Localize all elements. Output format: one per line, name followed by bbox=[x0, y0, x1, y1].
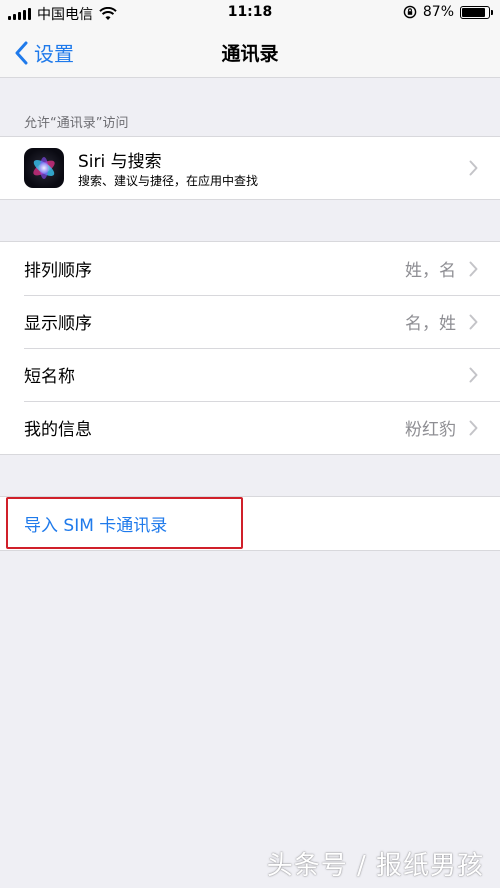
battery-percent: 87% bbox=[422, 4, 454, 20]
section-header-access: 允许“通讯录”访问 bbox=[24, 116, 129, 131]
status-bar: 中国电信 11:18 87% bbox=[0, 0, 500, 26]
my-info-value: 粉红豹 bbox=[405, 420, 456, 440]
display-order-value: 名，姓 bbox=[405, 314, 456, 334]
chevron-right-icon bbox=[469, 420, 478, 435]
siri-icon bbox=[24, 148, 64, 188]
my-info-label: 我的信息 bbox=[24, 420, 92, 440]
rotation-lock-icon bbox=[403, 5, 417, 19]
battery-icon bbox=[460, 5, 493, 19]
screen: 中国电信 11:18 87% 设置 通讯录 允许“通讯录”访问 Siri 与搜索… bbox=[0, 0, 500, 888]
my-info-row[interactable]: 我的信息 粉红豹 bbox=[0, 401, 500, 454]
status-right: 87% bbox=[403, 4, 493, 20]
sort-order-row[interactable]: 排列顺序 姓，名 bbox=[0, 242, 500, 295]
siri-title: Siri 与搜索 bbox=[78, 152, 162, 172]
short-name-label: 短名称 bbox=[24, 367, 75, 387]
chevron-right-icon bbox=[469, 314, 478, 329]
short-name-row[interactable]: 短名称 bbox=[0, 348, 500, 401]
chevron-right-icon bbox=[469, 367, 478, 382]
chevron-right-icon bbox=[469, 160, 478, 176]
watermark: 头条号 / 报纸男孩 bbox=[266, 851, 484, 881]
sort-order-label: 排列顺序 bbox=[24, 261, 92, 281]
settings-group: 排列顺序 姓，名 显示顺序 名，姓 短名称 我的信息 粉红豹 bbox=[0, 241, 500, 455]
chevron-right-icon bbox=[469, 261, 478, 276]
page-title: 通讯录 bbox=[221, 43, 279, 65]
siri-search-row[interactable]: Siri 与搜索 搜索、建议与捷径，在应用中查找 bbox=[0, 137, 500, 199]
display-order-label: 显示顺序 bbox=[24, 314, 92, 334]
sort-order-value: 姓，名 bbox=[405, 261, 456, 281]
battery-fill bbox=[462, 7, 485, 17]
navigation-bar: 设置 通讯录 bbox=[0, 26, 500, 78]
siri-subtitle: 搜索、建议与捷径，在应用中查找 bbox=[78, 174, 259, 188]
display-order-row[interactable]: 显示顺序 名，姓 bbox=[0, 295, 500, 348]
access-group: Siri 与搜索 搜索、建议与捷径，在应用中查找 bbox=[0, 136, 500, 200]
highlight-annotation-box bbox=[6, 497, 243, 549]
